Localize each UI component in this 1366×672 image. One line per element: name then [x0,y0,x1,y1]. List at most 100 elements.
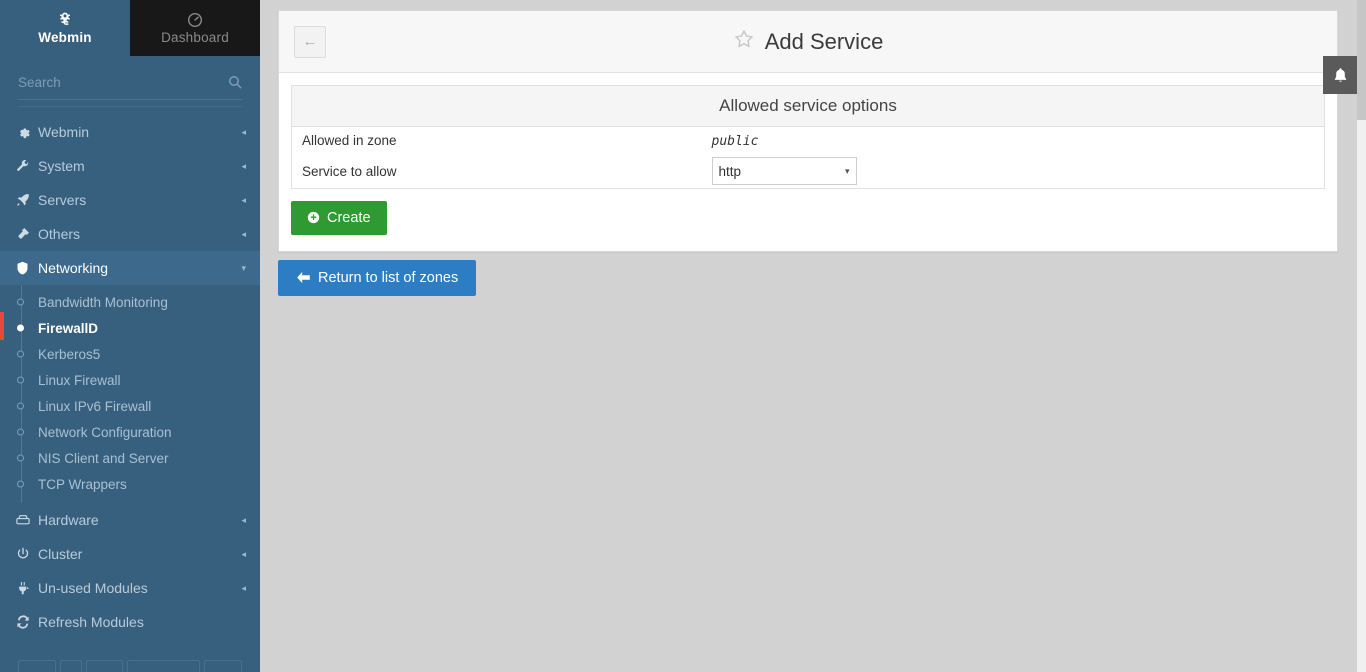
sidebar-subitem-label: Network Configuration [38,424,172,440]
content-panel: ← Add Service Allowed service options Al… [278,10,1338,252]
allowed-in-zone-value: public [711,133,759,149]
return-to-list-of-zones-button[interactable]: Return to list of zones [278,260,477,296]
page-title-text: Add Service [764,28,884,54]
return-button-label: Return to list of zones [318,270,459,286]
sidebar-item-networking[interactable]: Networking ▾ [0,251,260,285]
sidebar: Webmin Dashboard Webmin ◂ [0,0,260,672]
vertical-scrollbar[interactable] [1357,0,1366,672]
drive-icon [16,514,38,526]
page-title: Add Service [279,28,1337,56]
bottom-toolbar-button[interactable] [85,660,124,672]
bullet-icon [17,350,24,358]
table-section-header: Allowed service options [291,85,1325,127]
sidebar-item-label: Others [38,226,81,242]
row-value-cell: public [702,127,1325,155]
sidebar-item-label: Cluster [38,546,83,562]
sidebar-item-hardware[interactable]: Hardware ◂ [0,503,260,537]
brand-row: Webmin Dashboard [0,0,260,56]
star-icon[interactable] [733,28,755,56]
brand-dashboard-tab[interactable]: Dashboard [130,0,260,56]
table-row: Service to allow http ▾ [292,154,1325,189]
brand-webmin-tab[interactable]: Webmin [0,0,130,56]
chevron-down-icon: ▾ [844,165,850,176]
row-label: Allowed in zone [302,133,397,148]
chevron-left-icon: ◂ [241,514,246,525]
brand-dashboard-label: Dashboard [161,29,229,45]
bell-icon [1333,67,1348,84]
sidebar-item-un-used-modules[interactable]: Un-used Modules ◂ [0,571,260,605]
brand-webmin-label: Webmin [38,29,92,45]
sidebar-subitem-bandwidth-monitoring[interactable]: Bandwidth Monitoring [0,289,260,315]
main-navigation: Webmin ◂ System ◂ Servers ◂ Others ◂ Net… [0,115,260,639]
sidebar-item-label: Servers [38,192,87,208]
bottom-toolbar-button[interactable] [18,660,56,672]
create-button[interactable]: Create [291,201,387,235]
sidebar-item-refresh-modules[interactable]: Refresh Modules [0,605,260,639]
chevron-left-icon: ◂ [241,548,246,559]
sidebar-item-webmin[interactable]: Webmin ◂ [0,115,260,149]
search-input[interactable] [18,75,242,94]
arrow-left-icon [296,271,311,286]
sidebar-subitem-label: TCP Wrappers [38,476,127,492]
gauge-icon [187,12,203,29]
sidebar-subitem-kerberos5[interactable]: Kerberos5 [0,341,260,367]
sidebar-subitem-label: Linux Firewall [38,372,121,388]
sidebar-item-others[interactable]: Others ◂ [0,217,260,251]
sidebar-subitem-label: NIS Client and Server [38,450,169,466]
scrollbar-thumb[interactable] [1357,0,1366,120]
bottom-toolbar-button[interactable] [59,660,82,672]
sidebar-bottom-toolbar [0,658,260,672]
sidebar-item-label: Un-used Modules [38,580,148,596]
plug-icon [16,581,38,595]
bullet-icon [17,454,24,462]
panel-header: ← Add Service [279,11,1337,73]
sidebar-subitem-label: Bandwidth Monitoring [38,294,168,310]
sidebar-item-system[interactable]: System ◂ [0,149,260,183]
bullet-icon [17,298,24,306]
sidebar-item-label: Hardware [38,512,99,528]
sidebar-subitem-label: Linux IPv6 Firewall [38,398,152,414]
sidebar-subitem-linux-ipv6-firewall[interactable]: Linux IPv6 Firewall [0,393,260,419]
bullet-icon [17,376,24,384]
refresh-icon [16,615,38,629]
main-content: ← Add Service Allowed service options Al… [260,0,1366,672]
chevron-left-icon: ◂ [241,160,246,171]
row-value-cell: http ▾ [702,154,1325,189]
chevron-left-icon: ◂ [241,582,246,593]
notifications-button[interactable] [1323,56,1357,94]
sidebar-subitem-label: FirewallD [38,320,99,336]
sidebar-item-cluster[interactable]: Cluster ◂ [0,537,260,571]
chevron-left-icon: ◂ [241,194,246,205]
sidebar-subitem-network-configuration[interactable]: Network Configuration [0,419,260,445]
gear-icon [16,125,38,139]
webmin-logo-icon [55,12,75,29]
sidebar-subitem-linux-firewall[interactable]: Linux Firewall [0,367,260,393]
sidebar-item-label: Networking [38,260,109,276]
bullet-icon [17,428,24,436]
sidebar-subitem-label: Kerberos5 [38,346,101,362]
sidebar-item-servers[interactable]: Servers ◂ [0,183,260,217]
create-button-label: Create [327,210,371,226]
search-icon[interactable] [228,75,242,94]
sidebar-subitem-nis-client-and-server[interactable]: NIS Client and Server [0,445,260,471]
plus-circle-icon [307,211,320,226]
bottom-toolbar-button[interactable] [204,660,242,672]
wrench-icon [16,159,38,173]
chevron-left-icon: ◂ [241,126,246,137]
hammer-icon [16,227,38,241]
bottom-toolbar-button[interactable] [127,660,201,672]
service-to-allow-select[interactable]: http ▾ [711,157,857,185]
sidebar-item-label: System [38,158,85,174]
sidebar-item-label: Refresh Modules [38,614,144,630]
section-title: Allowed service options [291,85,1325,127]
sidebar-item-label: Webmin [38,124,90,140]
panel-body: Allowed service options Allowed in zone … [279,73,1337,251]
sidebar-subitem-firewalld[interactable]: FirewallD [0,312,260,341]
chevron-left-icon: ◂ [241,228,246,239]
sidebar-subitem-tcp-wrappers[interactable]: TCP Wrappers [0,471,260,497]
service-to-allow-selected-value: http [718,163,742,179]
bullet-icon [17,324,24,332]
search-box[interactable] [18,70,242,100]
table-row: Allowed in zone public [292,127,1325,155]
power-icon [16,547,38,561]
